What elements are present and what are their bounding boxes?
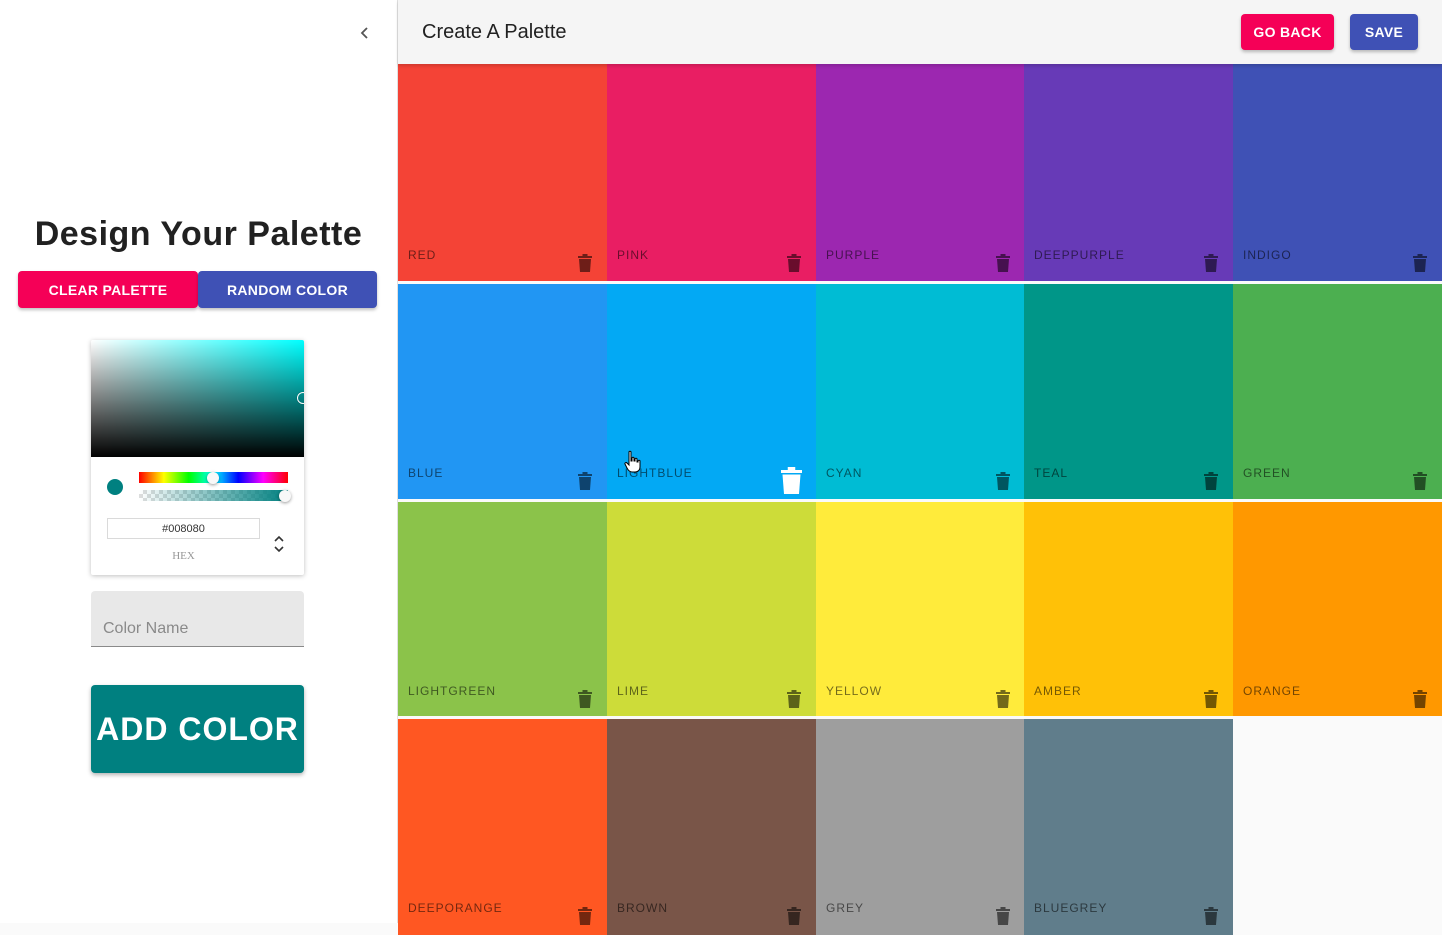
up-down-arrows-icon — [274, 535, 284, 553]
color-box-name: BROWN — [617, 901, 668, 915]
color-box-name: PURPLE — [826, 248, 881, 262]
random-color-button[interactable]: RANDOM COLOR — [198, 271, 377, 308]
color-box[interactable]: ORANGE — [1233, 500, 1442, 718]
color-box-name: TEAL — [1034, 466, 1069, 480]
delete-icon[interactable] — [787, 907, 801, 925]
delete-icon[interactable] — [996, 907, 1010, 925]
delete-icon[interactable] — [1413, 690, 1427, 708]
hue-handle[interactable] — [207, 472, 219, 484]
saturation-handle[interactable] — [297, 392, 304, 404]
color-name-field[interactable] — [91, 591, 304, 647]
clear-palette-button[interactable]: CLEAR PALETTE — [18, 271, 198, 308]
color-box-name: CYAN — [826, 466, 863, 480]
hex-label: HEX — [172, 550, 195, 562]
row-divider — [398, 498, 1442, 502]
color-box[interactable]: TEAL — [1024, 282, 1233, 500]
color-box[interactable]: LIGHTGREEN — [398, 500, 607, 718]
color-box[interactable]: AMBER — [1024, 500, 1233, 718]
palette-actions: CLEAR PALETTE RANDOM COLOR — [18, 271, 377, 308]
page-title: Create A Palette — [422, 21, 567, 43]
color-box[interactable]: PURPLE — [816, 64, 1024, 282]
color-box-name: DEEPORANGE — [408, 901, 503, 915]
color-box-name: LIME — [617, 684, 650, 698]
collapse-drawer-button[interactable] — [352, 20, 378, 46]
delete-icon[interactable] — [1204, 690, 1218, 708]
color-box-name: AMBER — [1034, 684, 1082, 698]
color-box[interactable]: GREY — [816, 717, 1024, 935]
palette-grid: RED PINK PURPLE DEEPPURPLE INDIGO BLUE LIGHTBL… — [398, 64, 1442, 935]
color-box-name: LIGHTGREEN — [408, 684, 497, 698]
format-toggle[interactable] — [271, 532, 287, 556]
drawer-title: Design Your Palette — [34, 215, 363, 253]
delete-icon[interactable] — [1413, 254, 1427, 272]
color-box-name: ORANGE — [1243, 684, 1302, 698]
color-box[interactable]: CYAN — [816, 282, 1024, 500]
chevron-left-icon — [360, 27, 368, 39]
delete-icon[interactable] — [996, 472, 1010, 490]
row-divider — [398, 280, 1442, 284]
alpha-handle[interactable] — [279, 490, 291, 502]
color-picker: HEX — [91, 340, 304, 575]
color-box[interactable]: BLUE — [398, 282, 607, 500]
hex-input[interactable] — [107, 518, 260, 539]
hand-cursor-icon — [624, 450, 641, 473]
app-bar: Create A Palette GO BACK SAVE — [398, 0, 1442, 64]
color-box[interactable]: BLUEGREY — [1024, 717, 1233, 935]
color-box-name: RED — [408, 248, 437, 262]
drawer: Design Your Palette CLEAR PALETTE RANDOM… — [0, 0, 398, 923]
delete-icon[interactable] — [787, 254, 801, 272]
save-button[interactable]: SAVE — [1350, 14, 1418, 50]
current-color-swatch — [107, 479, 123, 495]
color-box[interactable]: DEEPORANGE — [398, 717, 607, 935]
color-box[interactable]: BROWN — [607, 717, 816, 935]
color-box-name: BLUEGREY — [1034, 901, 1108, 915]
delete-icon[interactable] — [578, 254, 592, 272]
color-name-input[interactable] — [91, 591, 304, 646]
color-box-name: INDIGO — [1243, 248, 1292, 262]
delete-icon[interactable] — [787, 690, 801, 708]
color-box[interactable]: RED — [398, 64, 607, 282]
color-box-name: YELLOW — [826, 684, 883, 698]
color-box[interactable]: GREEN — [1233, 282, 1442, 500]
color-box[interactable]: INDIGO — [1233, 64, 1442, 282]
color-box-name: BLUE — [408, 466, 444, 480]
delete-icon[interactable] — [1204, 907, 1218, 925]
delete-icon[interactable] — [1204, 472, 1218, 490]
color-box-name: DEEPPURPLE — [1034, 248, 1125, 262]
color-box[interactable]: LIME — [607, 500, 816, 718]
delete-icon[interactable] — [996, 254, 1010, 272]
color-box-name: PINK — [617, 248, 650, 262]
delete-icon[interactable] — [578, 907, 592, 925]
color-box[interactable]: DEEPPURPLE — [1024, 64, 1233, 282]
go-back-button[interactable]: GO BACK — [1241, 14, 1334, 50]
delete-icon[interactable] — [1413, 472, 1427, 490]
delete-icon[interactable] — [578, 690, 592, 708]
add-color-button[interactable]: ADD COLOR — [91, 685, 304, 773]
delete-icon[interactable] — [996, 690, 1010, 708]
delete-icon[interactable] — [578, 472, 592, 490]
alpha-slider[interactable] — [139, 490, 288, 501]
delete-icon[interactable] — [1204, 254, 1218, 272]
color-box[interactable]: YELLOW — [816, 500, 1024, 718]
color-box[interactable]: PINK — [607, 64, 816, 282]
color-box-name: GREEN — [1243, 466, 1291, 480]
saturation-area[interactable] — [91, 340, 304, 457]
row-divider — [398, 715, 1442, 719]
color-box-name: GREY — [826, 901, 865, 915]
delete-icon[interactable] — [781, 467, 802, 494]
